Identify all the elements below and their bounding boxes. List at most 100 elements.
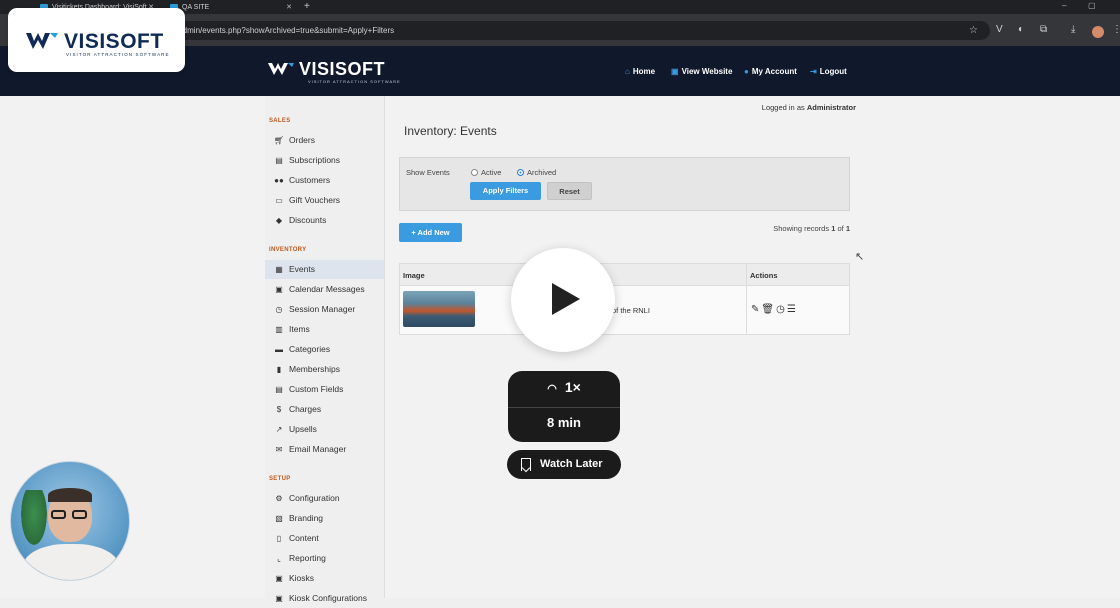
bookmark-star-icon[interactable]: ☆: [969, 21, 978, 40]
sidebar-item-categories[interactable]: ▬ Categories: [265, 340, 384, 359]
clock-icon[interactable]: ◷: [776, 304, 787, 315]
sidebar-item-orders[interactable]: 🛒︎ Orders: [265, 131, 384, 150]
content-icon: ▯: [276, 534, 282, 543]
kiosk-config-icon: ▣: [275, 594, 283, 603]
radio-circle[interactable]: [471, 169, 478, 176]
presenter-glasses: [51, 510, 89, 519]
sidebar-item-content[interactable]: ▯ Content: [265, 529, 384, 548]
filters-panel: Show Events Active Archived Apply Filter…: [399, 157, 850, 211]
events-table: Image Actions of the RNLI ✎🗑︎◷☰: [399, 263, 850, 335]
tag-icon: ◆: [275, 216, 283, 225]
sidebar: SALES 🛒︎ Orders ▤ Subscriptions ●● Customer…: [265, 96, 385, 603]
close-tab-icon[interactable]: ✕: [286, 2, 292, 14]
sidebar-item-reporting[interactable]: ⌞ Reporting: [265, 549, 384, 568]
brand-mark-icon: [26, 33, 58, 49]
sidebar-item-kiosks[interactable]: ▣ Kiosks: [265, 569, 384, 588]
list-icon[interactable]: ☰: [787, 304, 798, 315]
sidebar-item-subscriptions[interactable]: ▤ Subscriptions: [265, 151, 384, 170]
kiosk-icon: ▣: [275, 574, 283, 583]
menu-kebab-icon[interactable]: ⋮: [1112, 24, 1120, 35]
column-divider: [746, 264, 747, 334]
gear-icon: ⚙: [275, 494, 283, 503]
user-icon: ●: [744, 67, 749, 76]
sidebar-item-label: Gift Vouchers: [289, 195, 341, 205]
sidebar-item-items[interactable]: ▥ Items: [265, 320, 384, 339]
nav-logout[interactable]: ⇥ Logout: [810, 67, 847, 76]
new-tab-icon[interactable]: +: [304, 1, 310, 12]
sidebar-item-label: Charges: [289, 404, 322, 414]
extension-icon[interactable]: V: [996, 24, 1003, 35]
download-icon[interactable]: ⤓: [1071, 24, 1075, 35]
site-logo[interactable]: VISISOFT VISITOR ATTRACTION SOFTWARE: [268, 59, 400, 84]
speed-control[interactable]: ◠ 1×: [508, 379, 620, 395]
logged-in-status: Logged in as Administrator: [762, 103, 856, 112]
play-button[interactable]: [511, 248, 615, 352]
column-header-image: Image: [403, 271, 425, 280]
presenter-hair: [48, 488, 92, 502]
calendar-message-icon: ▣: [275, 285, 283, 294]
sidebar-item-email-manager[interactable]: ✉ Email Manager: [265, 440, 384, 459]
radio-archived[interactable]: Archived: [517, 168, 556, 177]
profile-avatar[interactable]: [1092, 26, 1104, 38]
sidebar-item-label: Events: [289, 264, 315, 274]
clock-icon: ◷: [275, 305, 283, 314]
external-link-icon: ▣: [671, 67, 679, 76]
trash-icon[interactable]: 🗑︎: [761, 304, 776, 315]
sidebar-item-configuration[interactable]: ⚙ Configuration: [265, 489, 384, 508]
site-tagline: VISITOR ATTRACTION SOFTWARE: [308, 79, 401, 84]
sidebar-item-label: Custom Fields: [289, 384, 344, 394]
brand-tagline: VISITOR ATTRACTION SOFTWARE: [66, 52, 170, 57]
site-logo-text: VISISOFT: [299, 59, 386, 79]
browser-tab[interactable]: QA SITE ✕: [168, 2, 298, 14]
sidebar-item-session-manager[interactable]: ◷ Session Manager: [265, 300, 384, 319]
nav-my-account[interactable]: ● My Account: [744, 67, 797, 76]
nav-view-website[interactable]: ▣ View Website: [671, 67, 732, 76]
records-count: Showing records 1 of 1: [773, 224, 850, 233]
brand-logo: VISISOFT: [26, 30, 164, 54]
branding-icon: ▧: [275, 514, 283, 523]
sidebar-item-label: Content: [289, 533, 319, 543]
sidebar-item-label: Email Manager: [289, 444, 347, 454]
logout-icon: ⇥: [810, 67, 817, 76]
sidebar-item-customers[interactable]: ●● Customers: [265, 171, 384, 190]
sidebar-item-discounts[interactable]: ◆ Discounts: [265, 211, 384, 230]
items-icon: ▥: [275, 325, 283, 334]
sidebar-item-gift-vouchers[interactable]: ▭ Gift Vouchers: [265, 191, 384, 210]
edit-icon[interactable]: ✎: [751, 304, 761, 315]
sidebar-item-label: Session Manager: [289, 304, 356, 314]
radio-active[interactable]: Active: [471, 168, 501, 177]
apply-filters-button[interactable]: Apply Filters: [470, 182, 541, 200]
nav-home[interactable]: ⌂ Home: [625, 67, 655, 76]
extensions-puzzle-icon[interactable]: ⧉: [1040, 24, 1047, 35]
sidebar-item-calendar-messages[interactable]: ▣ Calendar Messages: [265, 280, 384, 299]
sidebar-item-label: Memberships: [289, 364, 341, 374]
minimize-icon[interactable]: –: [1062, 1, 1066, 10]
records-prefix: Showing records: [773, 224, 830, 233]
logo-mark-icon: [268, 63, 294, 75]
nav-label: Home: [632, 67, 656, 76]
users-icon: ●●: [274, 176, 284, 185]
sidebar-item-upsells[interactable]: ↗ Upsells: [265, 420, 384, 439]
maximize-icon[interactable]: ▢: [1088, 1, 1096, 10]
radio-circle[interactable]: [517, 169, 524, 176]
play-icon: [552, 283, 580, 315]
sidebar-item-charges[interactable]: $ Charges: [265, 400, 384, 419]
extension-icon[interactable]: ◐: [1018, 24, 1024, 35]
watch-later-button[interactable]: Watch Later: [507, 450, 621, 479]
speed-gauge-icon: ◠: [547, 383, 557, 395]
url-field[interactable]: k/admin/events.php?showArchived=true&sub…: [160, 21, 990, 40]
sidebar-item-events[interactable]: ▦ Events: [265, 260, 384, 279]
add-new-button[interactable]: + Add New: [399, 223, 462, 242]
sidebar-item-kiosk-configurations[interactable]: ▣ Kiosk Configurations: [265, 589, 384, 608]
event-title-cell: of the RNLI: [612, 306, 650, 315]
radio-label: Archived: [527, 168, 557, 177]
sidebar-item-memberships[interactable]: ▮ Memberships: [265, 360, 384, 379]
divider: [508, 407, 620, 408]
sidebar-item-custom-fields[interactable]: ▤ Custom Fields: [265, 380, 384, 399]
logged-in-prefix: Logged in as: [761, 103, 805, 112]
fields-icon: ▤: [275, 385, 283, 394]
nav-label: View Website: [681, 67, 733, 76]
speed-value: 1×: [564, 379, 581, 395]
sidebar-item-branding[interactable]: ▧ Branding: [265, 509, 384, 528]
reset-button[interactable]: Reset: [547, 182, 592, 200]
